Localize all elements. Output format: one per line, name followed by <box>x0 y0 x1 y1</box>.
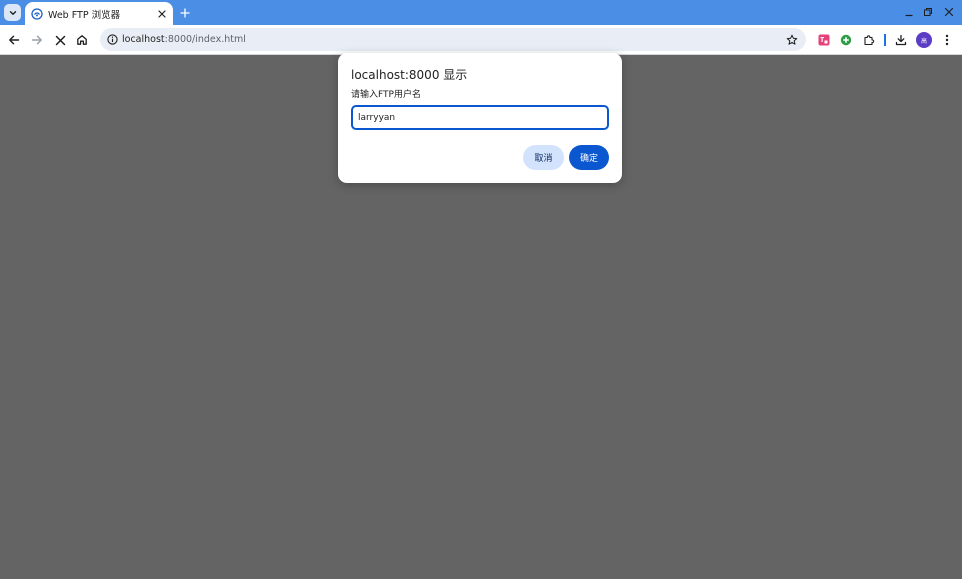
url-text: localhost:8000/index.html <box>122 32 246 47</box>
chevron-down-icon <box>9 10 16 15</box>
dialog-title: localhost:8000 显示 <box>351 68 468 82</box>
info-icon <box>107 34 118 45</box>
username-input[interactable] <box>351 105 609 130</box>
new-tab-button[interactable] <box>177 5 192 20</box>
arrow-left-icon <box>9 35 20 45</box>
minimize-icon <box>905 14 913 17</box>
stop-button[interactable] <box>52 32 68 48</box>
plus-icon <box>179 7 190 18</box>
forward-button[interactable] <box>29 32 45 48</box>
menu-button[interactable] <box>939 32 955 48</box>
download-icon <box>895 34 907 46</box>
back-button[interactable] <box>6 32 22 48</box>
close-icon <box>158 9 166 18</box>
download-button[interactable] <box>893 32 909 48</box>
green-extension-icon <box>840 34 852 46</box>
close-icon <box>55 35 65 45</box>
address-bar[interactable]: localhost:8000/index.html <box>100 28 806 51</box>
restore-icon <box>924 8 932 16</box>
tab-title: Web FTP 浏览器 <box>48 9 121 21</box>
cancel-button[interactable]: 取消 <box>523 145 564 170</box>
dialog-message: 请输入FTP用户名 <box>351 90 421 100</box>
url-path: :8000/index.html <box>164 34 246 45</box>
toolbar-separator <box>884 34 886 46</box>
ok-button[interactable]: 确定 <box>569 145 609 170</box>
restore-button[interactable] <box>921 5 935 19</box>
extension-green-button[interactable] <box>838 32 854 48</box>
prompt-dialog: localhost:8000 显示 请输入FTP用户名 取消 确定 <box>338 53 622 183</box>
browser-window: Web FTP 浏览器 localhost:8000/index.html 高 … <box>0 0 962 579</box>
arrow-right-icon <box>31 35 42 45</box>
tab-close-button[interactable] <box>155 7 169 21</box>
home-button[interactable] <box>74 32 90 48</box>
tab-web-ftp[interactable]: Web FTP 浏览器 <box>25 2 173 25</box>
profile-avatar[interactable]: 高 <box>916 32 932 48</box>
extension-translate-button[interactable] <box>816 32 832 48</box>
site-info-button[interactable] <box>105 32 120 47</box>
extensions-button[interactable] <box>861 32 877 48</box>
home-icon <box>77 35 87 45</box>
tab-strip: Web FTP 浏览器 <box>0 0 962 25</box>
translate-extension-icon <box>818 34 830 46</box>
kebab-icon <box>945 34 949 46</box>
close-icon <box>944 7 954 17</box>
browser-toolbar: localhost:8000/index.html 高 <box>0 25 962 55</box>
minimize-button[interactable] <box>902 5 916 19</box>
window-close-button[interactable] <box>942 5 956 19</box>
star-icon <box>786 34 797 45</box>
tab-search-button[interactable] <box>4 4 21 21</box>
puzzle-icon <box>864 35 875 46</box>
bookmark-button[interactable] <box>784 32 799 47</box>
wifi-ftp-icon <box>31 7 43 20</box>
url-host: localhost <box>122 34 165 45</box>
